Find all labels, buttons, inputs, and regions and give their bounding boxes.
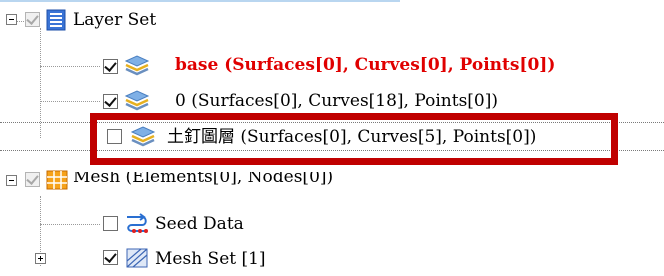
tree-item-label: Seed Data [155,214,244,234]
collapse-expander-icon[interactable] [6,14,17,25]
tree-connector [40,224,100,225]
expand-expander-icon[interactable] [35,253,46,264]
tree-item-label: Layer Set [73,10,157,30]
layers-stack-icon [124,90,150,111]
checkmark-icon [26,12,39,25]
selection-strip [0,0,400,2]
tree-connector [40,66,100,67]
layers-stack-icon [124,55,150,76]
tree-item-label: 0 (Surfaces[0], Curves[18], Points[0]) [175,91,499,111]
tree-connector [40,101,100,102]
layer-checkbox[interactable] [103,94,118,109]
seed-data-checkbox[interactable] [103,216,118,231]
tree-item-label: Mesh Set [1] [155,249,266,269]
mesh-set-checkbox[interactable] [103,250,118,265]
checkmark-icon [104,250,117,263]
layer-set-icon [46,9,66,31]
checkmark-icon [104,59,117,72]
checkmark-icon [104,94,117,107]
tree-item-label: base (Surfaces[0], Curves[0], Points[0]) [175,55,556,75]
checkmark-icon [26,172,39,185]
layer-set-checkbox[interactable] [25,12,40,27]
mesh-set-icon [126,248,148,268]
layer-checkbox[interactable] [103,59,118,74]
collapse-expander-icon[interactable] [6,175,17,186]
tree-item-label: Mesh (Elements[0], Nodes[0]) [73,167,334,187]
mesh-checkbox[interactable] [25,172,40,187]
mesh-grid-icon [46,170,68,190]
highlight-annotation-box [90,113,618,165]
seed-data-icon [127,213,148,233]
